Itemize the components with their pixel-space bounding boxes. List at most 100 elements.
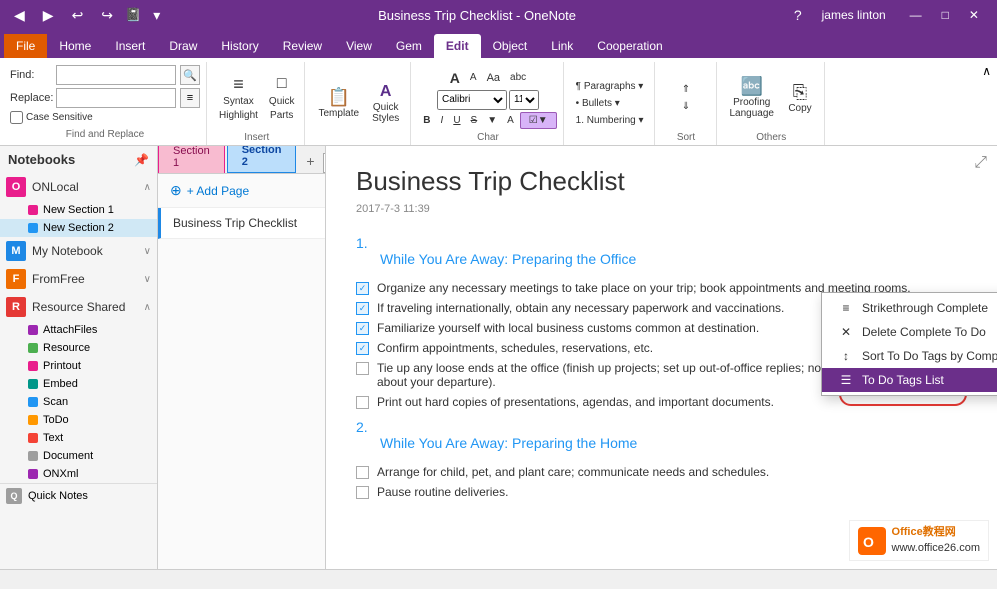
add-page-button[interactable]: ⊕ + Add Page <box>158 174 325 208</box>
maximize-button[interactable]: □ <box>932 6 959 24</box>
section-text[interactable]: Text <box>0 429 157 447</box>
template-button[interactable]: 📋 Template <box>313 85 364 122</box>
page-title: Business Trip Checklist <box>356 166 967 197</box>
paragraphs-button[interactable]: ¶ Paragraphs ▾ <box>572 79 648 94</box>
redo-button[interactable]: ↪ <box>95 5 119 26</box>
pin-icon[interactable]: 📌 <box>134 153 149 167</box>
case-sensitive-option[interactable]: Case Sensitive <box>10 111 200 124</box>
section-tab-1[interactable]: New Section 1 <box>158 146 225 173</box>
font-aa-button[interactable]: Aa <box>483 68 504 88</box>
quick-notes[interactable]: Q Quick Notes <box>0 483 157 508</box>
menu-item-sort[interactable]: ↕ Sort To Do Tags by Complete <box>822 344 997 368</box>
section-new1[interactable]: New Section 1 <box>0 201 157 219</box>
page-item-checklist[interactable]: Business Trip Checklist <box>158 208 325 239</box>
back-button[interactable]: ◀ <box>8 5 31 26</box>
section-attachfiles[interactable]: AttachFiles <box>0 321 157 339</box>
section-new2[interactable]: New Section 2 <box>0 219 157 237</box>
section-tab-2[interactable]: New Section 2 <box>227 146 297 173</box>
search-input[interactable] <box>323 153 325 173</box>
sort-asc-button[interactable]: ⇑ <box>678 82 694 97</box>
section-1-heading-row: 1. While You Are Away: Preparing the Off… <box>356 235 967 275</box>
section-printout[interactable]: Printout <box>0 357 157 375</box>
expand-icon[interactable]: ⤢ <box>974 154 987 172</box>
help-button[interactable]: ? <box>788 5 808 25</box>
checkbox-1[interactable]: ✓ <box>356 282 369 295</box>
syntax-highlight-button[interactable]: ≡ Syntax Highlight <box>215 73 262 123</box>
tab-home[interactable]: Home <box>47 34 103 58</box>
watermark-text: Office教程网 www.office26.com <box>892 525 980 556</box>
sort-desc-button[interactable]: ⇓ <box>678 99 694 114</box>
bullets-button[interactable]: • Bullets ▾ <box>572 96 648 111</box>
font-size-down-button[interactable]: A <box>466 68 481 88</box>
tab-view[interactable]: View <box>334 34 384 58</box>
notebook-resource[interactable]: R Resource Shared ∧ <box>0 293 157 321</box>
checkbox-3[interactable]: ✓ <box>356 322 369 335</box>
section-1-heading: While You Are Away: Preparing the Office <box>380 251 636 267</box>
section-resource[interactable]: Resource <box>0 339 157 357</box>
add-page-icon: ⊕ <box>170 182 182 199</box>
font-size-select[interactable]: 11 <box>509 90 539 110</box>
tab-history[interactable]: History <box>209 34 270 58</box>
find-input[interactable] <box>56 65 176 85</box>
section-document[interactable]: Document <box>0 447 157 465</box>
replace-input[interactable] <box>56 88 176 108</box>
checkbox-2[interactable]: ✓ <box>356 302 369 315</box>
find-search-button[interactable]: 🔍 <box>180 65 200 85</box>
replace-button[interactable]: ≡ <box>180 88 200 108</box>
section-onxml[interactable]: ONXml <box>0 465 157 483</box>
highlight-button[interactable]: ▼ <box>483 113 501 128</box>
notebook-my[interactable]: M My Notebook ∨ <box>0 237 157 265</box>
undo-button[interactable]: ↩ <box>66 5 90 26</box>
quick-styles-button[interactable]: A Quick Styles <box>367 81 404 127</box>
forward-button[interactable]: ▶ <box>37 5 60 26</box>
checkbox-4[interactable]: ✓ <box>356 342 369 355</box>
add-section-button[interactable]: + <box>298 149 322 173</box>
quick-access-dropdown[interactable]: ▾ <box>147 5 166 26</box>
tab-cooperation[interactable]: Cooperation <box>585 34 674 58</box>
close-button[interactable]: ✕ <box>959 6 989 24</box>
tab-review[interactable]: Review <box>271 34 334 58</box>
proofing-language-button[interactable]: 🔤 Proofing Language <box>725 74 780 122</box>
ribbon-group-template: 📋 Template A Quick Styles <box>307 62 411 145</box>
checkbox-7[interactable] <box>356 466 369 479</box>
ribbon-collapse-button[interactable]: ∧ <box>982 64 991 78</box>
notebook-onlocal[interactable]: O ONLocal ∧ <box>0 173 157 201</box>
tab-draw[interactable]: Draw <box>157 34 209 58</box>
tab-insert[interactable]: Insert <box>103 34 157 58</box>
section-todo[interactable]: ToDo <box>0 411 157 429</box>
menu-item-strikethrough[interactable]: ≡ Strikethrough Complete <box>822 296 997 320</box>
onlocal-expand-icon: ∧ <box>144 182 151 193</box>
copy-button[interactable]: ⎘ Copy <box>782 80 818 117</box>
section-embed[interactable]: Embed <box>0 375 157 393</box>
notebook-fromfree[interactable]: F FromFree ∨ <box>0 265 157 293</box>
color-button[interactable]: A <box>503 113 518 128</box>
sort-icon: ↕ <box>838 349 854 363</box>
checkbox-8[interactable] <box>356 486 369 499</box>
font-family-select[interactable]: Calibri <box>437 90 507 110</box>
tab-object[interactable]: Object <box>481 34 540 58</box>
abc-button[interactable]: abc <box>506 68 530 88</box>
minimize-button[interactable]: — <box>900 6 932 24</box>
section-scan[interactable]: Scan <box>0 393 157 411</box>
font-size-up-button[interactable]: A <box>446 68 464 88</box>
case-sensitive-checkbox[interactable] <box>10 111 23 124</box>
syntax-sublabel: Highlight <box>219 110 258 121</box>
menu-item-todo-tags[interactable]: ☰ To Do Tags List <box>822 368 997 392</box>
checkbox-6[interactable] <box>356 396 369 409</box>
checkbox-5[interactable] <box>356 362 369 375</box>
insert-group-label: Insert <box>215 130 298 145</box>
underline-button[interactable]: U <box>449 113 464 128</box>
menu-item-delete[interactable]: ✕ Delete Complete To Do <box>822 320 997 344</box>
italic-button[interactable]: I <box>437 113 448 128</box>
bold-button[interactable]: B <box>419 113 434 128</box>
my-notebook-expand: ∨ <box>144 246 151 257</box>
strikethrough-button[interactable]: S <box>467 113 482 128</box>
window-controls: — □ ✕ <box>900 6 989 24</box>
tab-link[interactable]: Link <box>539 34 585 58</box>
tab-gem[interactable]: Gem <box>384 34 434 58</box>
tab-edit[interactable]: Edit <box>434 34 481 58</box>
quick-parts-button[interactable]: □ Quick Parts <box>265 73 299 123</box>
todo-dropdown-button[interactable]: ☑▼ <box>520 112 557 129</box>
numbering-button[interactable]: 1. Numbering ▾ <box>572 113 648 128</box>
tab-file[interactable]: File <box>4 34 47 58</box>
